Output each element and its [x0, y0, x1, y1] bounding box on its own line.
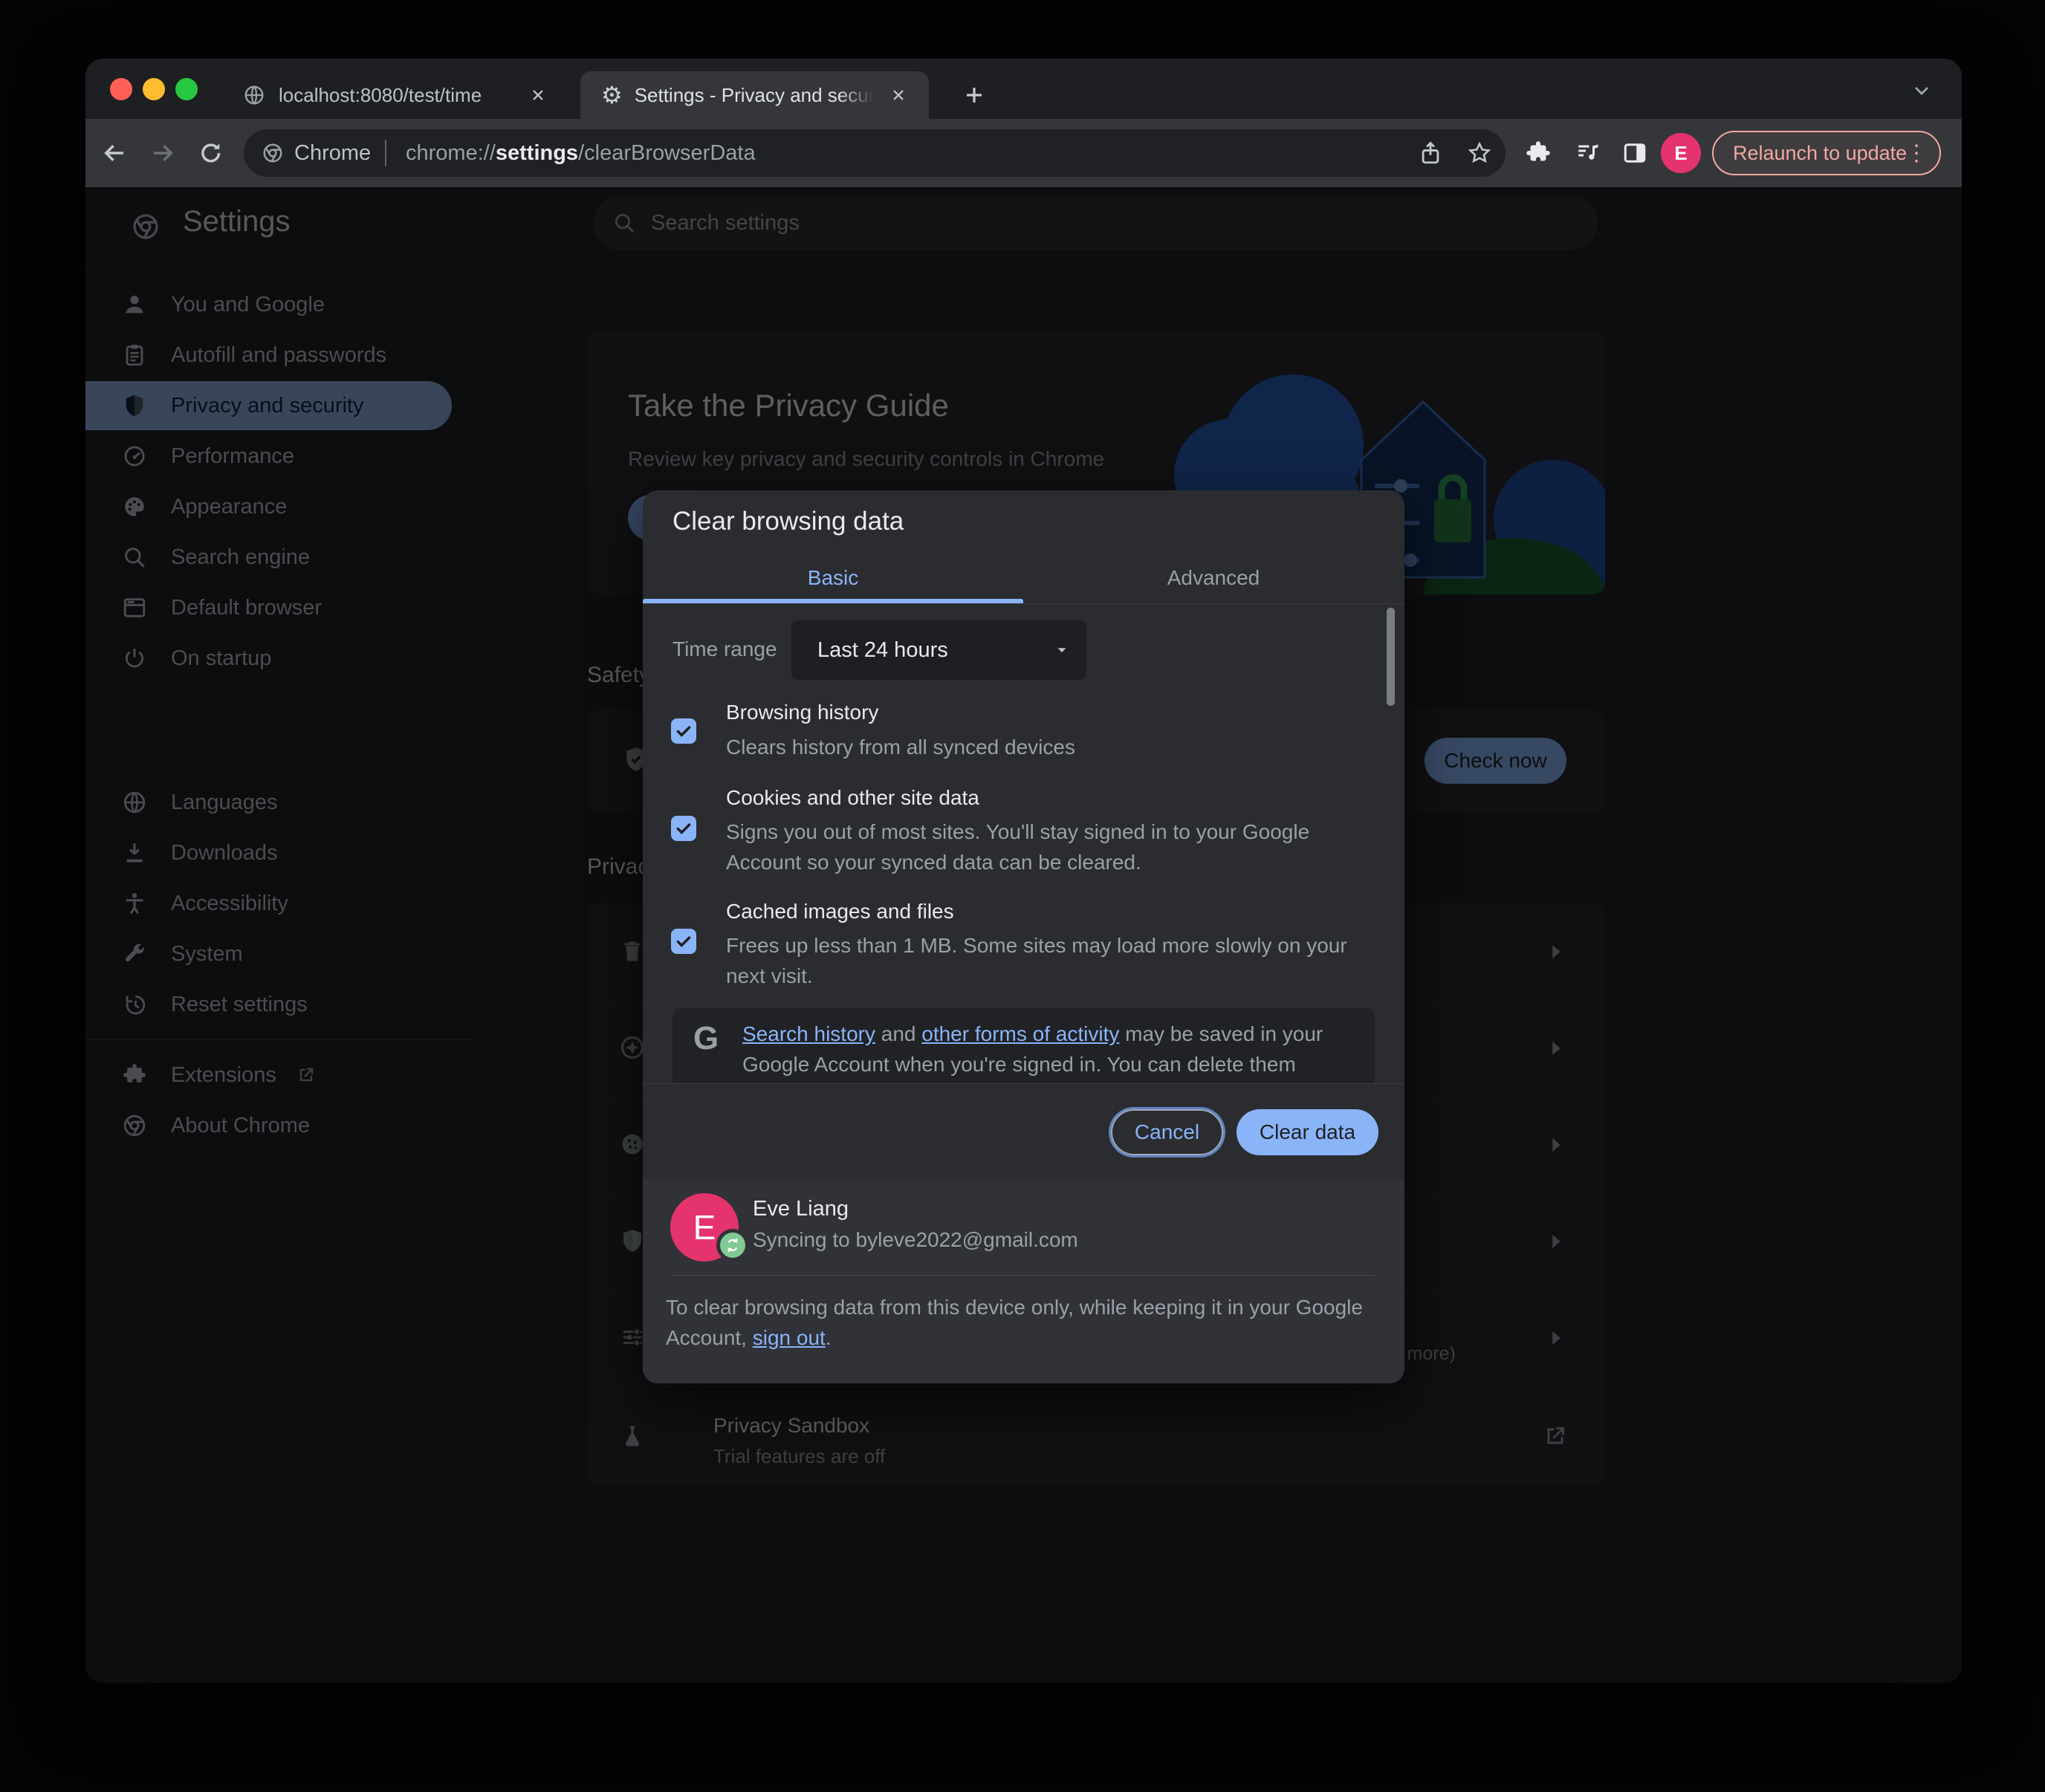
forward-icon[interactable]: [149, 140, 176, 166]
reload-icon[interactable]: [198, 140, 224, 166]
clear-browsing-data-dialog: Clear browsing data Basic Advanced Time …: [643, 490, 1404, 1383]
new-tab-icon[interactable]: [962, 83, 986, 107]
url-text: chrome://settings/clearBrowserData: [406, 129, 756, 177]
checkbox-title: Browsing history: [726, 701, 879, 724]
tab-advanced-label: Advanced: [1167, 566, 1260, 589]
zoom-window-button[interactable]: [175, 78, 198, 100]
tab-basic[interactable]: Basic: [643, 557, 1023, 599]
notice-text: and: [875, 1022, 922, 1045]
caret-down-icon: [1052, 640, 1072, 660]
checkbox-cookies[interactable]: [671, 816, 696, 841]
checkbox-cached[interactable]: [671, 929, 696, 954]
dialog-divider: [643, 1083, 1404, 1084]
profile-avatar[interactable]: E: [1661, 133, 1701, 173]
chrome-icon: [262, 142, 284, 164]
address-bar[interactable]: Chrome chrome://settings/clearBrowserDat…: [244, 129, 1506, 177]
url-host: settings: [495, 141, 579, 165]
footer-divider: [673, 1275, 1375, 1276]
checkbox-title: Cookies and other site data: [726, 786, 979, 809]
extensions-puzzle-icon[interactable]: [1525, 140, 1552, 166]
dialog-title: Clear browsing data: [673, 507, 904, 536]
relaunch-label: Relaunch to update: [1733, 141, 1908, 164]
checkbox-desc: Frees up less than 1 MB. Some sites may …: [726, 934, 1347, 987]
tab-title: localhost:8080/test/time: [279, 83, 482, 106]
cancel-label: Cancel: [1134, 1120, 1200, 1143]
sync-badge-icon: [716, 1229, 749, 1262]
signout-note-line1: To clear browsing data from this device …: [666, 1296, 1363, 1319]
checkbox-desc: Clears history from all synced devices: [726, 736, 1075, 759]
chevron-down-icon[interactable]: [1910, 79, 1934, 103]
checkbox-desc: Signs you out of most sites. You'll stay…: [726, 820, 1310, 874]
tab-strip: localhost:8080/test/time ⚙ Settings - Pr…: [85, 59, 1962, 119]
dialog-footer: E Eve Liang Syncing to byleve2022@gmail.…: [643, 1179, 1404, 1383]
google-g-icon: G: [693, 1020, 719, 1056]
note-text: .: [825, 1326, 832, 1349]
tab-settings[interactable]: ⚙ Settings - Privacy and security: [580, 71, 929, 119]
globe-favicon-icon: [243, 84, 265, 106]
clear-data-button[interactable]: Clear data: [1237, 1109, 1378, 1155]
time-range-value: Last 24 hours: [817, 638, 948, 662]
tab-basic-label: Basic: [807, 566, 859, 589]
tab-title-clip: Settings - Privacy and security: [635, 80, 874, 110]
signout-note-line2: Account, sign out.: [666, 1322, 1364, 1353]
time-range-label: Time range: [673, 637, 777, 660]
media-controls-icon[interactable]: [1575, 140, 1601, 166]
notice-text: may be saved in your: [1119, 1022, 1323, 1045]
close-tab-icon[interactable]: [889, 85, 908, 105]
url-separator: [385, 140, 386, 166]
account-sync-status: Syncing to byleve2022@gmail.com: [753, 1228, 1078, 1251]
tab-localhost[interactable]: localhost:8080/test/time: [219, 71, 570, 119]
search-history-link[interactable]: Search history: [742, 1022, 875, 1045]
avatar-initial: E: [693, 1208, 716, 1247]
minimize-window-button[interactable]: [143, 78, 165, 100]
relaunch-to-update-button[interactable]: Relaunch to update ⋮: [1712, 131, 1941, 175]
scrollbar-thumb[interactable]: [1387, 608, 1395, 706]
account-name: Eve Liang: [753, 1197, 849, 1221]
side-panel-icon[interactable]: [1621, 140, 1648, 166]
browser-window: localhost:8080/test/time ⚙ Settings - Pr…: [85, 59, 1962, 1683]
cancel-button[interactable]: Cancel: [1111, 1109, 1223, 1155]
url-scheme: chrome://: [406, 141, 496, 165]
share-icon[interactable]: [1418, 140, 1443, 166]
tab-advanced[interactable]: Advanced: [1023, 557, 1404, 599]
tab-title-fade: [837, 80, 874, 110]
sign-out-link[interactable]: sign out: [753, 1326, 826, 1349]
bookmark-star-icon[interactable]: [1467, 140, 1492, 166]
close-tab-icon[interactable]: [528, 85, 548, 105]
gear-favicon-icon: ⚙: [601, 82, 623, 108]
kebab-menu-icon[interactable]: ⋮: [1905, 140, 1928, 166]
time-range-select[interactable]: Last 24 hours: [791, 620, 1086, 680]
close-window-button[interactable]: [110, 78, 132, 100]
url-path: /clearBrowserData: [578, 141, 756, 165]
google-account-notice: G Search history and other forms of acti…: [673, 1008, 1375, 1083]
checkbox-title: Cached images and files: [726, 900, 954, 923]
notice-line2: Google Account when you're signed in. Yo…: [742, 1053, 1296, 1076]
clear-data-label: Clear data: [1259, 1120, 1356, 1143]
screenshot-root: localhost:8080/test/time ⚙ Settings - Pr…: [0, 0, 2045, 1792]
checkbox-browsing-history[interactable]: [671, 718, 696, 744]
note-text: Account,: [666, 1326, 753, 1349]
back-icon[interactable]: [101, 140, 128, 166]
toolbar: Chrome chrome://settings/clearBrowserDat…: [85, 119, 1962, 187]
notice-line1: Search history and other forms of activi…: [742, 1019, 1367, 1049]
url-brand: Chrome: [294, 141, 372, 165]
other-activity-link[interactable]: other forms of activity: [921, 1022, 1119, 1045]
dialog-content: Time range Last 24 hours Browsing histor…: [643, 604, 1404, 1083]
avatar-initial: E: [1674, 141, 1688, 164]
